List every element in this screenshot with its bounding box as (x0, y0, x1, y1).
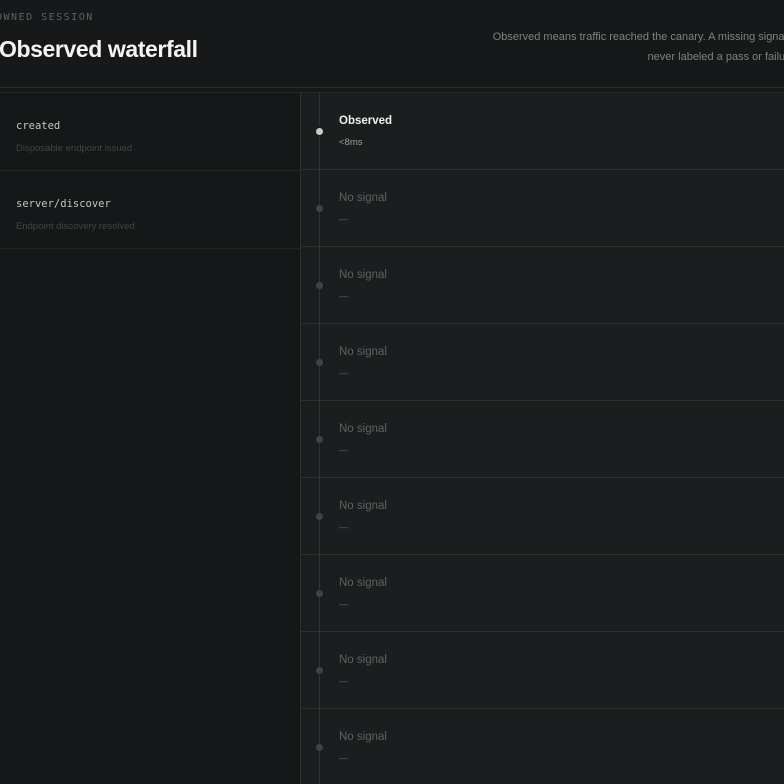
timeline-event[interactable]: Observed <8ms (301, 93, 784, 170)
event-status: No signal (339, 423, 387, 435)
stage-name: server/discover (16, 198, 111, 210)
event-metric: — (339, 676, 349, 687)
stage-list: created Disposable endpoint issued serve… (0, 92, 300, 784)
event-status: No signal (339, 269, 387, 281)
timeline-event[interactable]: No signal — (301, 709, 784, 784)
event-metric: — (339, 291, 349, 302)
stage-name: created (16, 120, 61, 132)
timeline-event[interactable]: No signal — (301, 555, 784, 632)
event-status: No signal (339, 346, 387, 358)
event-metric: <8ms (339, 137, 363, 148)
event-status: No signal (339, 500, 387, 512)
timeline-event[interactable]: No signal — (301, 170, 784, 247)
empty-dot-icon (316, 282, 323, 289)
observed-dot-icon (316, 128, 323, 135)
event-status: No signal (339, 731, 387, 743)
timeline-event[interactable]: No signal — (301, 632, 784, 709)
session-eyebrow: OWNED SESSION (0, 12, 94, 23)
event-status: Observed (339, 115, 393, 127)
timeline-event[interactable]: No signal — (301, 478, 784, 555)
timeline-event[interactable]: No signal — (301, 324, 784, 401)
event-metric: — (339, 214, 349, 225)
stage-row-server-discover[interactable]: server/discover Endpoint discovery resol… (0, 171, 300, 249)
timeline-event[interactable]: No signal — (301, 401, 784, 478)
page-title: Observed waterfall (0, 36, 198, 62)
event-status: No signal (339, 577, 387, 589)
empty-dot-icon (316, 513, 323, 520)
event-metric: — (339, 599, 349, 610)
waterfall-timeline: Observed <8ms No signal — No signal — No… (301, 92, 784, 784)
empty-dot-icon (316, 667, 323, 674)
empty-dot-icon (316, 590, 323, 597)
stage-description: Endpoint discovery resolved (16, 221, 135, 232)
event-metric: — (339, 753, 349, 764)
empty-dot-icon (316, 436, 323, 443)
observed-legend-note: Observed means traffic reached the canar… (492, 31, 784, 63)
event-metric: — (339, 368, 349, 379)
event-metric: — (339, 445, 349, 456)
empty-dot-icon (316, 359, 323, 366)
empty-dot-icon (316, 744, 323, 751)
event-metric: — (339, 522, 349, 533)
empty-dot-icon (316, 205, 323, 212)
page-header: OWNED SESSION Observed waterfall Observe… (0, 0, 784, 88)
stage-description: Disposable endpoint issued (16, 143, 133, 154)
timeline-event[interactable]: No signal — (301, 247, 784, 324)
event-status: No signal (339, 192, 387, 204)
stage-row-created[interactable]: created Disposable endpoint issued (0, 93, 300, 171)
event-status: No signal (339, 654, 387, 666)
